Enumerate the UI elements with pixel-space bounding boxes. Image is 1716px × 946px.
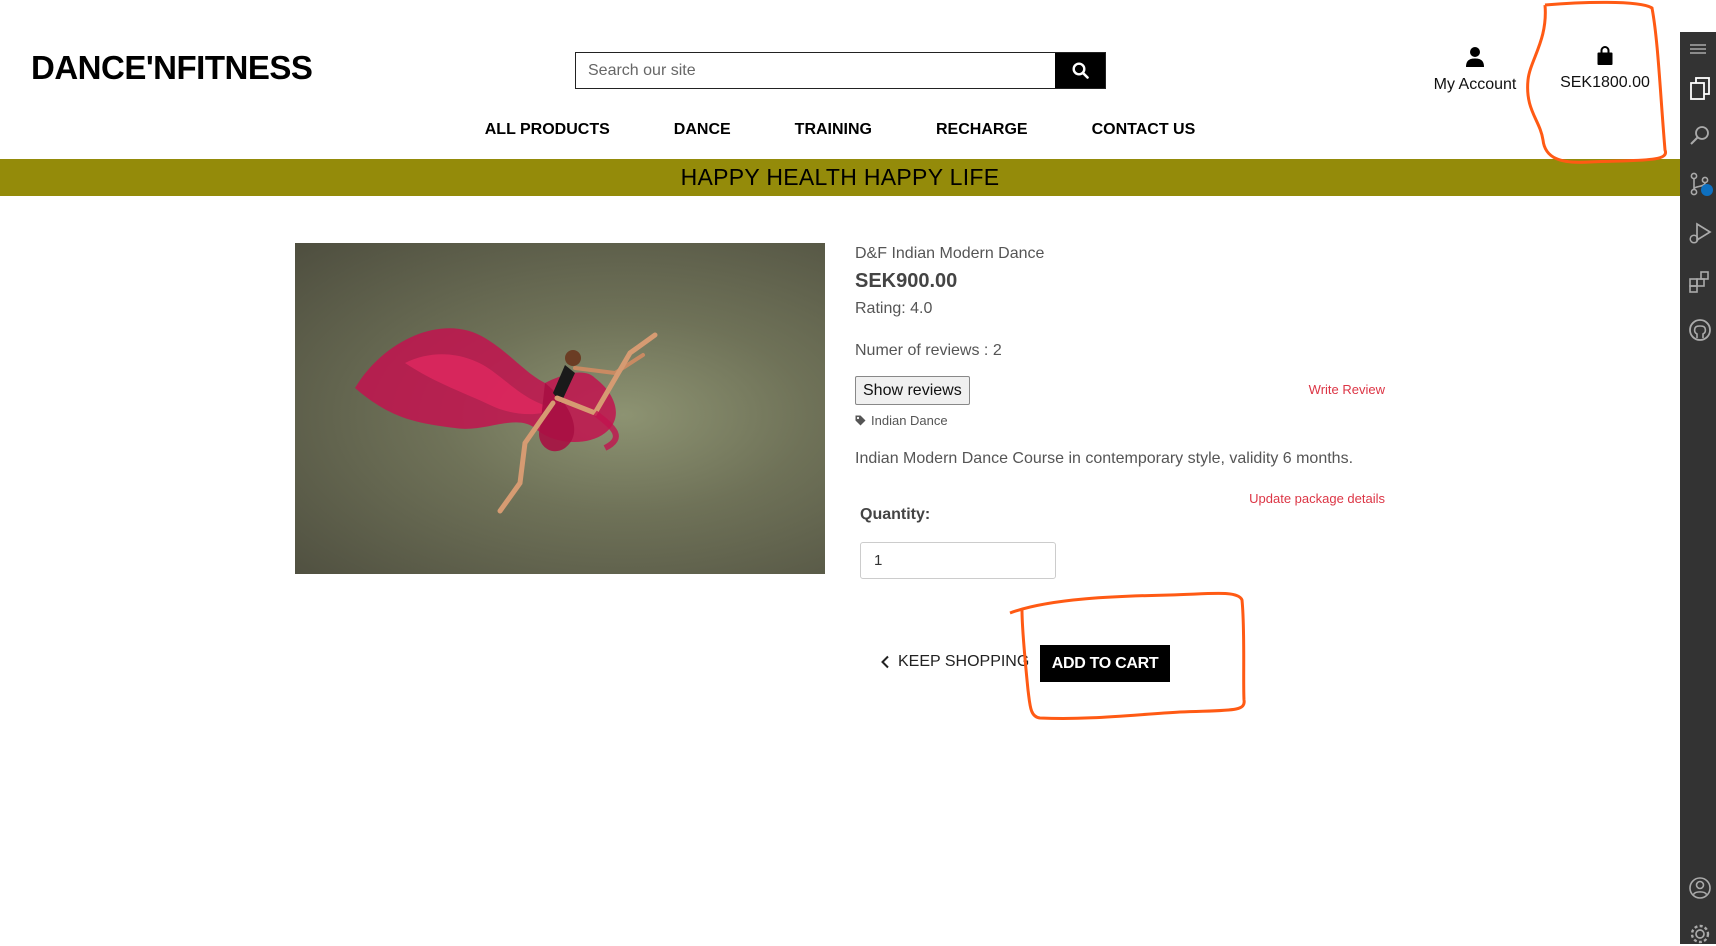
run-debug-icon[interactable] xyxy=(1688,220,1712,246)
nav-dance[interactable]: DANCE xyxy=(674,121,731,139)
nav-all-products[interactable]: ALL PRODUCTS xyxy=(485,121,610,139)
product-rating: Rating: 4.0 xyxy=(855,300,933,317)
search-input[interactable] xyxy=(576,53,1055,88)
search-bar xyxy=(575,52,1106,89)
promo-banner: HAPPY HEALTH HAPPY LIFE xyxy=(0,159,1680,196)
shopping-bag-link[interactable]: SEK1800.00 xyxy=(1555,46,1655,92)
bag-total: SEK1800.00 xyxy=(1560,74,1650,91)
extensions-icon[interactable] xyxy=(1688,270,1712,294)
show-reviews-button[interactable]: Show reviews xyxy=(855,376,970,405)
update-package-link[interactable]: Update package details xyxy=(1249,491,1385,506)
search-icon[interactable] xyxy=(1688,124,1712,148)
product-description: Indian Modern Dance Course in contempora… xyxy=(855,450,1354,467)
search-icon xyxy=(1071,62,1089,79)
site-logo[interactable]: DANCE'NFITNESS xyxy=(31,49,313,87)
add-to-cart-button[interactable]: ADD TO CART xyxy=(1040,645,1170,682)
quantity-input[interactable] xyxy=(860,542,1056,579)
my-account-label: My Account xyxy=(1433,76,1517,93)
product-details: D&F Indian Modern Dance SEK900.00 Rating… xyxy=(855,245,1385,579)
banner-text: HAPPY HEALTH HAPPY LIFE xyxy=(680,164,1000,190)
explorer-icon[interactable] xyxy=(1688,76,1712,102)
keep-shopping-label: KEEP SHOPPING xyxy=(898,653,1030,670)
github-icon[interactable] xyxy=(1688,318,1712,342)
chevron-left-icon xyxy=(881,655,889,669)
product-image xyxy=(295,243,825,574)
menu-icon[interactable] xyxy=(1688,42,1708,56)
main-nav: ALL PRODUCTS DANCE TRAINING RECHARGE CON… xyxy=(0,121,1680,139)
nav-contact-us[interactable]: CONTACT US xyxy=(1092,121,1196,139)
tag-label: Indian Dance xyxy=(871,413,948,428)
dancer-illustration xyxy=(355,328,658,514)
my-account-link[interactable]: My Account xyxy=(1430,46,1520,94)
tag-icon xyxy=(855,415,866,426)
search-button[interactable] xyxy=(1055,53,1105,88)
annotation-overlay xyxy=(1009,0,1667,720)
quantity-label: Quantity: xyxy=(860,506,931,523)
account-icon[interactable] xyxy=(1688,876,1712,900)
write-review-link[interactable]: Write Review xyxy=(1309,382,1385,397)
nav-recharge[interactable]: RECHARGE xyxy=(936,121,1028,139)
source-control-icon[interactable] xyxy=(1688,172,1714,198)
editor-activity-bar xyxy=(1680,32,1716,944)
shopping-bag-icon xyxy=(1597,46,1613,65)
keep-shopping-link[interactable]: KEEP SHOPPING xyxy=(880,653,1029,671)
settings-gear-icon[interactable] xyxy=(1688,922,1712,946)
product-price: SEK900.00 xyxy=(855,270,958,292)
category-tag[interactable]: Indian Dance xyxy=(855,413,948,428)
review-count: Numer of reviews : 2 xyxy=(855,342,1002,359)
nav-training[interactable]: TRAINING xyxy=(795,121,872,139)
user-icon xyxy=(1466,47,1484,67)
product-name: D&F Indian Modern Dance xyxy=(855,245,1045,262)
